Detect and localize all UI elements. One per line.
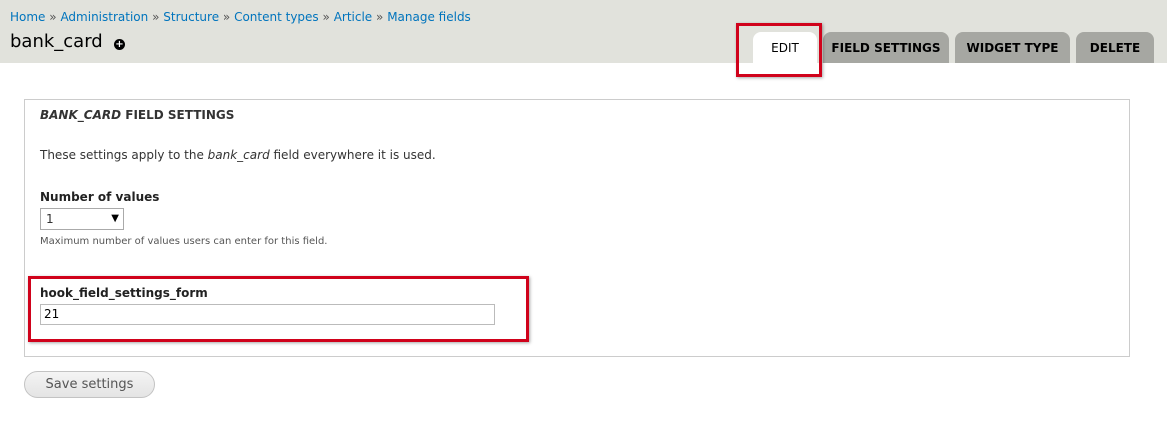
- breadcrumb-structure[interactable]: Structure: [163, 10, 219, 24]
- breadcrumb-separator: »: [152, 10, 160, 24]
- description-text-end: field everywhere it is used.: [269, 148, 436, 162]
- number-of-values-select[interactable]: 1 ▼: [40, 208, 124, 230]
- tab-edit[interactable]: EDIT: [753, 32, 817, 63]
- breadcrumb-content-types[interactable]: Content types: [234, 10, 319, 24]
- tab-field-settings[interactable]: FIELD SETTINGS: [823, 32, 949, 63]
- tab-widget-type[interactable]: WIDGET TYPE: [955, 32, 1070, 63]
- breadcrumb-administration[interactable]: Administration: [60, 10, 148, 24]
- breadcrumb-manage-fields[interactable]: Manage fields: [387, 10, 471, 24]
- breadcrumb-article[interactable]: Article: [334, 10, 373, 24]
- fieldset-legend: BANK_CARD FIELD SETTINGS: [40, 108, 234, 122]
- hook-field-label: hook_field_settings_form: [40, 286, 208, 300]
- legend-field-name: BANK_CARD: [40, 108, 122, 122]
- chevron-down-icon: ▼: [111, 213, 119, 224]
- description-field-name: bank_card: [207, 148, 270, 162]
- breadcrumb-separator: »: [49, 10, 57, 24]
- add-shortcut-icon[interactable]: +: [114, 39, 125, 50]
- breadcrumb-separator: »: [222, 10, 231, 24]
- select-value: 1: [46, 212, 54, 226]
- breadcrumb-home[interactable]: Home: [10, 10, 45, 24]
- hook-field-input[interactable]: 21: [40, 304, 495, 325]
- breadcrumb: Home » Administration » Structure » Cont…: [10, 10, 471, 24]
- tab-delete[interactable]: DELETE: [1076, 32, 1154, 63]
- breadcrumb-separator: »: [322, 10, 330, 24]
- legend-text: FIELD SETTINGS: [121, 108, 235, 122]
- page-title: bank_card: [10, 31, 103, 52]
- number-of-values-help: Maximum number of values users can enter…: [40, 236, 328, 247]
- breadcrumb-separator: »: [376, 10, 384, 24]
- save-settings-button[interactable]: Save settings: [24, 371, 155, 398]
- fieldset-description: These settings apply to the bank_card fi…: [40, 148, 436, 162]
- number-of-values-label: Number of values: [40, 190, 160, 204]
- description-text: These settings apply to the: [40, 148, 208, 162]
